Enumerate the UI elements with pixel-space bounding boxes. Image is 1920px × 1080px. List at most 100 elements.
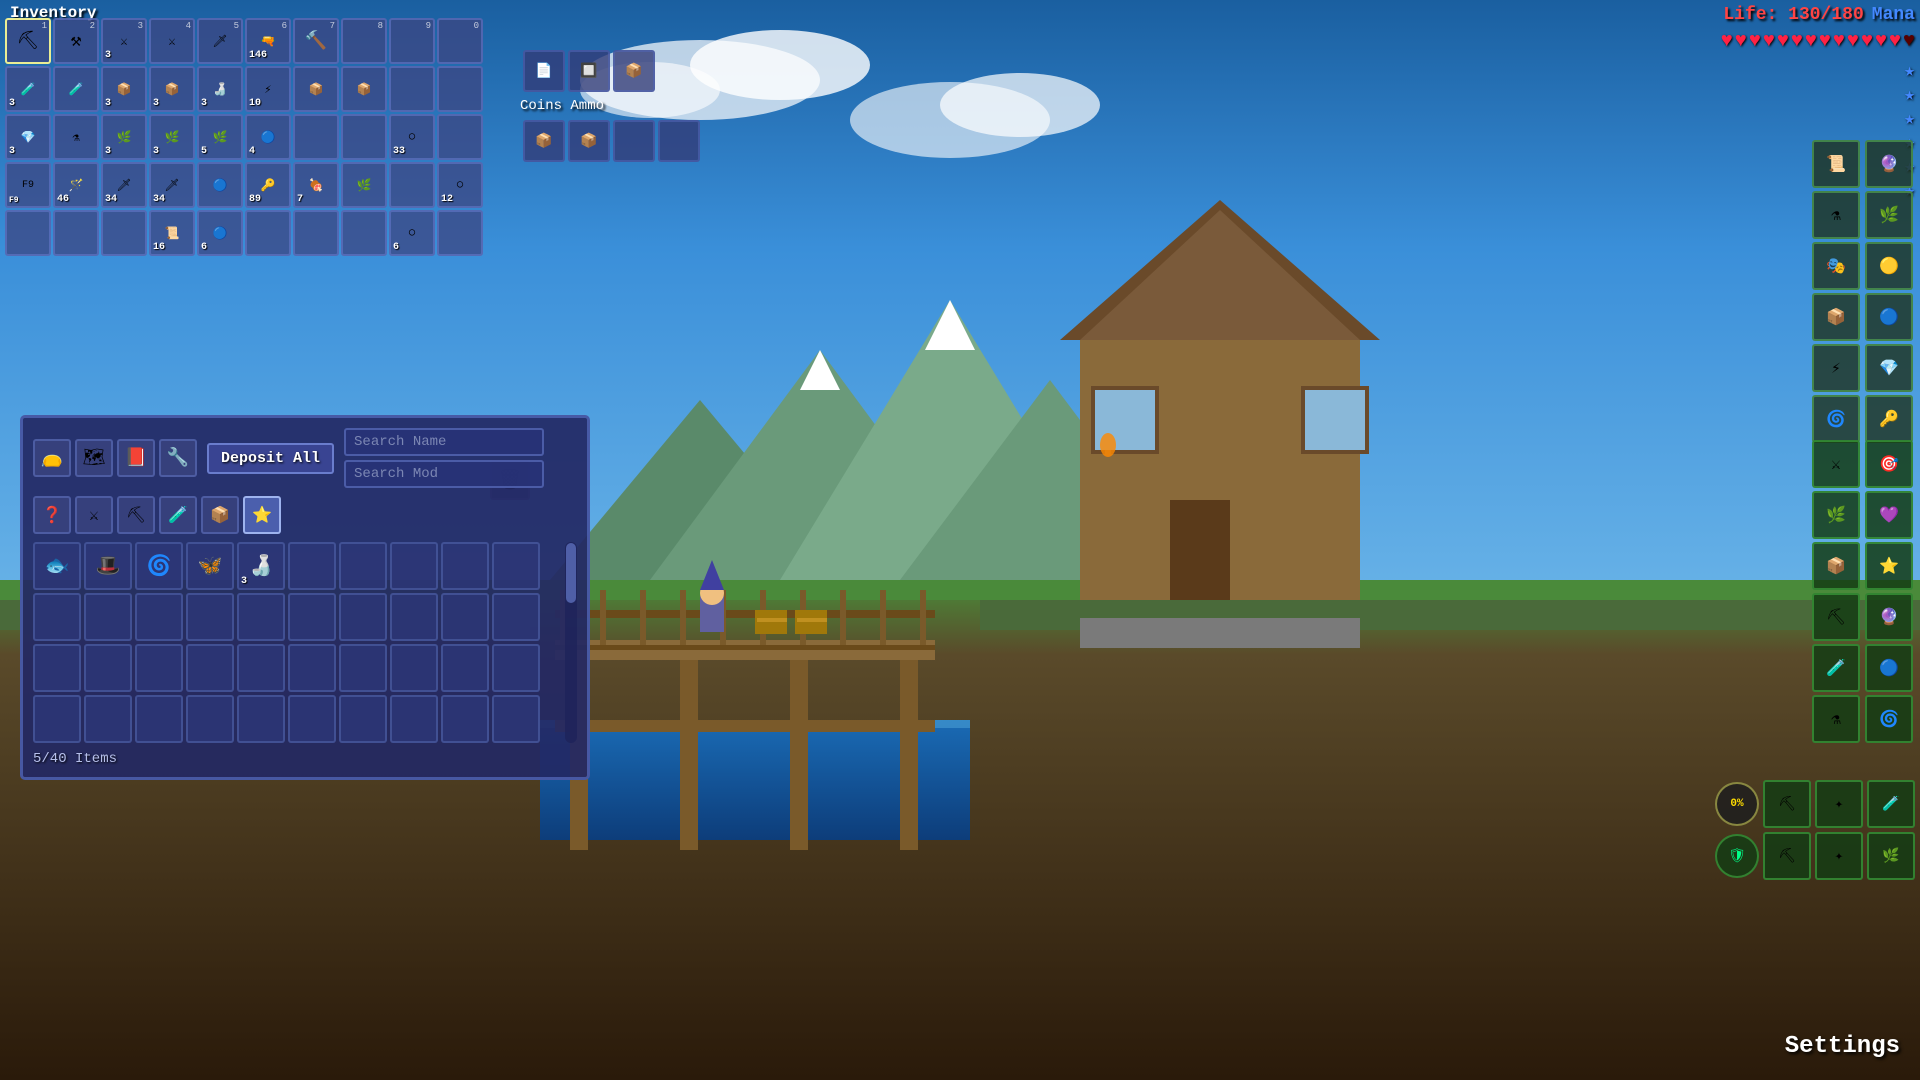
chest-slot-r3-3[interactable] (135, 644, 183, 692)
equip-slot-6[interactable]: 🟡 (1865, 242, 1913, 290)
search-mod-input[interactable] (344, 460, 544, 488)
chest-slot-r2-8[interactable] (390, 593, 438, 641)
chest-slot-r3-6[interactable] (288, 644, 336, 692)
buff-slot-5[interactable]: 📦 (568, 120, 610, 162)
acc-slot-7[interactable]: ⛏ (1812, 593, 1860, 641)
filter-star[interactable]: ⭐ (243, 496, 281, 534)
inv-slot-r5-9[interactable]: ◯6 (389, 210, 435, 256)
buff-equip-slot-2[interactable]: ✦ (1815, 780, 1863, 828)
equip-slot-10[interactable]: 💎 (1865, 344, 1913, 392)
inv-slot-5[interactable]: 5🗡 (197, 18, 243, 64)
filter-question[interactable]: ❓ (33, 496, 71, 534)
chest-slot-r4-5[interactable] (237, 695, 285, 743)
inv-slot-3[interactable]: 3⚔3 (101, 18, 147, 64)
inv-slot-r3-9[interactable]: ◯33 (389, 114, 435, 160)
inv-slot-r5-2[interactable] (53, 210, 99, 256)
equip-slot-8[interactable]: 🔵 (1865, 293, 1913, 341)
inv-slot-r3-4[interactable]: 🌿3 (149, 114, 195, 160)
inv-slot-r4-3[interactable]: 🗡34 (101, 162, 147, 208)
chest-slot-r3-5[interactable] (237, 644, 285, 692)
equip-slot-1[interactable]: 📜 (1812, 140, 1860, 188)
inv-slot-r5-6[interactable] (245, 210, 291, 256)
inv-slot-r3-7[interactable] (293, 114, 339, 160)
chest-slot-r2-3[interactable] (135, 593, 183, 641)
inv-slot-r5-1[interactable] (5, 210, 51, 256)
chest-slot-empty-3[interactable] (390, 542, 438, 590)
chest-slot-empty-4[interactable] (441, 542, 489, 590)
chest-item-5[interactable]: 🍶3 (237, 542, 285, 590)
inv-slot-2[interactable]: 2⚒ (53, 18, 99, 64)
acc-slot-12[interactable]: 🌀 (1865, 695, 1913, 743)
buff-shield[interactable]: 🛡 (1715, 834, 1759, 878)
equip-slot-7[interactable]: 📦 (1812, 293, 1860, 341)
chest-slot-r4-4[interactable] (186, 695, 234, 743)
equip-slot-5[interactable]: 🎭 (1812, 242, 1860, 290)
inv-slot-r2-2[interactable]: 🧪 (53, 66, 99, 112)
acc-slot-5[interactable]: 📦 (1812, 542, 1860, 590)
inv-slot-r2-5[interactable]: 🍶3 (197, 66, 243, 112)
chest-slot-r2-9[interactable] (441, 593, 489, 641)
chest-slot-r4-10[interactable] (492, 695, 540, 743)
chest-slot-r3-10[interactable] (492, 644, 540, 692)
inv-slot-r4-5[interactable]: 🔵 (197, 162, 243, 208)
inv-slot-r4-7[interactable]: 🍖7 (293, 162, 339, 208)
buff-slot-2[interactable]: 🔲 (568, 50, 610, 92)
acc-slot-11[interactable]: ⚗ (1812, 695, 1860, 743)
filter-sword[interactable]: ⚔ (75, 496, 113, 534)
buff-equip-slot-4[interactable]: ⛏ (1763, 832, 1811, 880)
inv-slot-r5-7[interactable] (293, 210, 339, 256)
chest-scrollbar[interactable] (565, 542, 577, 743)
chest-item-2[interactable]: 🎩 (84, 542, 132, 590)
chest-slot-r4-1[interactable] (33, 695, 81, 743)
acc-slot-1[interactable]: ⚔ (1812, 440, 1860, 488)
inv-slot-r3-1[interactable]: 💎3 (5, 114, 51, 160)
buff-slot-7[interactable] (658, 120, 700, 162)
chest-slot-r2-7[interactable] (339, 593, 387, 641)
inv-slot-r2-10[interactable] (437, 66, 483, 112)
acc-slot-10[interactable]: 🔵 (1865, 644, 1913, 692)
inv-slot-r4-2[interactable]: 🪄46 (53, 162, 99, 208)
chest-slot-empty-1[interactable] (288, 542, 336, 590)
inv-slot-r4-1[interactable]: F9F9 (5, 162, 51, 208)
deposit-all-button[interactable]: Deposit All (207, 443, 334, 474)
inv-slot-r4-8[interactable]: 🌿 (341, 162, 387, 208)
inv-slot-r4-4[interactable]: 🗡34 (149, 162, 195, 208)
filter-flask[interactable]: 🧪 (159, 496, 197, 534)
chest-slot-r4-9[interactable] (441, 695, 489, 743)
chest-slot-r3-2[interactable] (84, 644, 132, 692)
inv-slot-r2-7[interactable]: 📦 (293, 66, 339, 112)
inv-slot-r2-9[interactable] (389, 66, 435, 112)
inv-slot-r4-10[interactable]: ◯12 (437, 162, 483, 208)
inv-slot-r2-6[interactable]: ⚡10 (245, 66, 291, 112)
inv-slot-r2-8[interactable]: 📦 (341, 66, 387, 112)
inv-slot-9[interactable]: 9 (389, 18, 435, 64)
chest-slot-r2-4[interactable] (186, 593, 234, 641)
acc-slot-3[interactable]: 🌿 (1812, 491, 1860, 539)
chest-icon-book[interactable]: 📕 (117, 439, 155, 477)
inv-slot-r3-10[interactable] (437, 114, 483, 160)
buff-slot-3[interactable]: 📦 (613, 50, 655, 92)
equip-slot-11[interactable]: 🌀 (1812, 395, 1860, 443)
chest-slot-empty-2[interactable] (339, 542, 387, 590)
equip-slot-4[interactable]: 🌿 (1865, 191, 1913, 239)
equip-slot-3[interactable]: ⚗ (1812, 191, 1860, 239)
buff-percent-1[interactable]: 0% (1715, 782, 1759, 826)
chest-icon-bag[interactable]: 👝 (33, 439, 71, 477)
inv-slot-7[interactable]: 7🔨 (293, 18, 339, 64)
equip-slot-2[interactable]: 🔮 (1865, 140, 1913, 188)
acc-slot-2[interactable]: 🎯 (1865, 440, 1913, 488)
chest-slot-r4-2[interactable] (84, 695, 132, 743)
settings-button[interactable]: Settings (1785, 1033, 1900, 1060)
chest-icon-craft[interactable]: 🔧 (159, 439, 197, 477)
chest-slot-empty-5[interactable] (492, 542, 540, 590)
buff-equip-slot-3[interactable]: 🧪 (1867, 780, 1915, 828)
inv-slot-r5-10[interactable] (437, 210, 483, 256)
inv-slot-0[interactable]: 0 (437, 18, 483, 64)
acc-slot-6[interactable]: ⭐ (1865, 542, 1913, 590)
inv-slot-r3-3[interactable]: 🌿3 (101, 114, 147, 160)
inv-slot-r2-1[interactable]: 🧪3 (5, 66, 51, 112)
chest-slot-r3-8[interactable] (390, 644, 438, 692)
inv-slot-r3-8[interactable] (341, 114, 387, 160)
inv-slot-r5-4[interactable]: 📜16 (149, 210, 195, 256)
buff-slot-6[interactable] (613, 120, 655, 162)
